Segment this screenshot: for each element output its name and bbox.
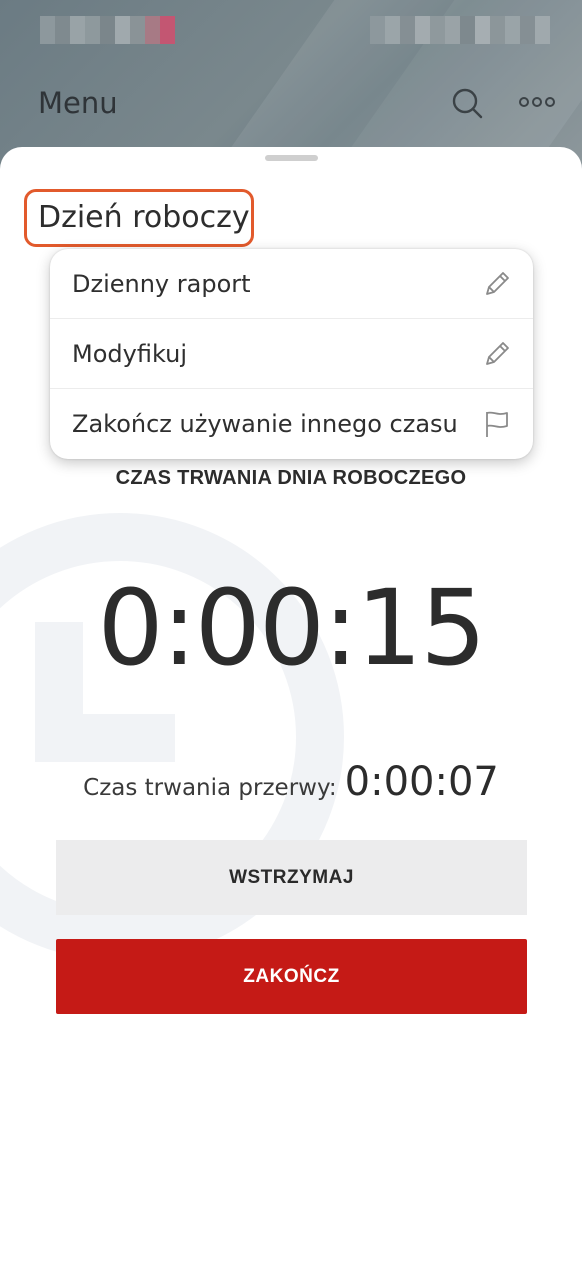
status-bar-right bbox=[370, 16, 550, 44]
break-duration-row: Czas trwania przerwy: 0:00:07 bbox=[0, 759, 582, 805]
app-title: Menu bbox=[38, 86, 118, 120]
sheet-drag-handle[interactable] bbox=[265, 155, 318, 161]
menu-item-label: Modyfikuj bbox=[72, 339, 187, 368]
bottom-sheet: Dzień roboczy Dzienny raport Modyfikuj Z… bbox=[0, 147, 582, 1280]
menu-item-daily-report[interactable]: Dzienny raport bbox=[50, 249, 533, 319]
menu-item-label: Dzienny raport bbox=[72, 269, 251, 298]
sheet-title: Dzień roboczy bbox=[38, 200, 250, 235]
more-icon[interactable] bbox=[518, 94, 556, 115]
status-bar-left bbox=[40, 16, 175, 44]
menu-item-modify[interactable]: Modyfikuj bbox=[50, 319, 533, 389]
menu-item-label: Zakończ używanie innego czasu bbox=[72, 410, 458, 438]
options-menu: Dzienny raport Modyfikuj Zakończ używani… bbox=[50, 249, 533, 459]
break-label: Czas trwania przerwy: bbox=[83, 775, 337, 801]
pencil-icon bbox=[481, 268, 513, 305]
pause-button[interactable]: WSTRZYMAJ bbox=[56, 840, 527, 915]
end-button[interactable]: ZAKOŃCZ bbox=[56, 939, 527, 1014]
flag-icon bbox=[481, 408, 513, 445]
break-timer: 0:00:07 bbox=[344, 759, 499, 805]
pencil-icon bbox=[481, 338, 513, 375]
duration-label: CZAS TRWANIA DNIA ROBOCZEGO bbox=[115, 467, 467, 489]
menu-item-end-other-time[interactable]: Zakończ używanie innego czasu bbox=[50, 389, 533, 459]
search-icon[interactable] bbox=[450, 86, 484, 125]
workday-timer: 0:00:15 bbox=[97, 567, 487, 689]
